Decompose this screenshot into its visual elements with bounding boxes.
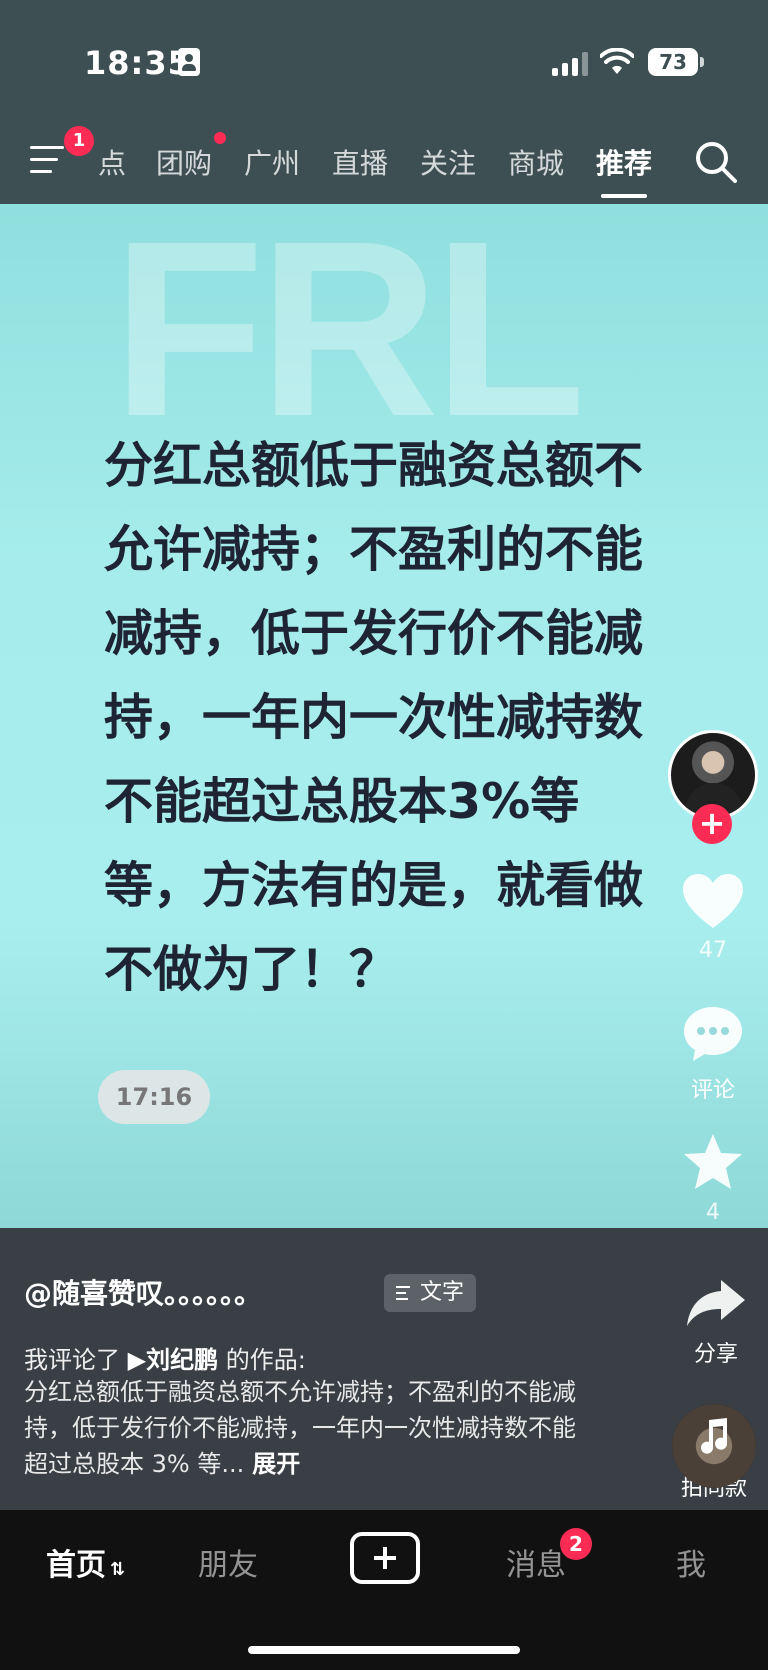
- follow-button[interactable]: +: [692, 804, 732, 844]
- music-disc-icon: [672, 1404, 756, 1488]
- share-label: 分享: [693, 1342, 738, 1367]
- home-indicator[interactable]: [248, 1646, 520, 1654]
- description-text: 分红总额低于融资总额不允许减持；不盈利的不能减持，低于发行价不能减持，一年内一次…: [24, 1378, 576, 1478]
- bottom-tab-bar: 首页 ⇅ 朋友 消息 2 我: [0, 1510, 768, 1670]
- music-note-icon: [701, 1418, 727, 1454]
- share-button[interactable]: 分享: [676, 1278, 756, 1368]
- original-author-link[interactable]: ▶刘纪鹏: [128, 1346, 218, 1374]
- timestamp-pill: 17:16: [98, 1070, 210, 1124]
- description-body: 分红总额低于融资总额不允许减持；不盈利的不能减持，低于发行价不能减持，一年内一次…: [24, 1374, 584, 1482]
- contact-card-icon: [178, 48, 200, 76]
- text-mode-chip[interactable]: 文字: [384, 1274, 476, 1312]
- status-time: 18:35: [84, 44, 191, 82]
- share-arrow-icon: [687, 1280, 745, 1326]
- tab-home-label: 首页: [46, 1548, 106, 1583]
- star-icon: [684, 1134, 742, 1189]
- comment-bubble-icon: [684, 1007, 742, 1061]
- menu-icon: [30, 146, 64, 149]
- wifi-icon: [600, 48, 634, 74]
- menu-badge: 1: [64, 126, 94, 156]
- menu-button[interactable]: [30, 142, 70, 178]
- use-sound-button[interactable]: 拍同款: [668, 1404, 760, 1502]
- desc-suffix: 的作品:: [218, 1346, 306, 1374]
- description-heading: 我评论了 ▶刘纪鹏 的作品:: [24, 1340, 306, 1375]
- text-lines-icon: [396, 1286, 410, 1300]
- active-tab-indicator: [601, 194, 647, 198]
- heart-icon: [683, 874, 743, 928]
- tab-dot-badge: [214, 132, 226, 144]
- top-nav: 1 点 团购 广州 直播 关注 商城 推荐: [0, 120, 768, 204]
- expand-link[interactable]: 展开: [252, 1450, 300, 1478]
- create-plus-button[interactable]: [350, 1532, 420, 1584]
- text-chip-label: 文字: [419, 1280, 464, 1305]
- favorite-button[interactable]: 4: [668, 1132, 758, 1225]
- video-player[interactable]: FRL 分红总额低于融资总额不允许减持；不盈利的不能减持，低于发行价不能减持，一…: [0, 204, 768, 1228]
- tab-following[interactable]: 关注: [420, 142, 476, 182]
- tab-home[interactable]: 首页 ⇅: [46, 1540, 125, 1584]
- cellular-signal-icon: [552, 52, 588, 76]
- tab-dian[interactable]: 点: [98, 142, 126, 182]
- desc-prefix: 我评论了: [24, 1346, 128, 1374]
- tab-guangzhou[interactable]: 广州: [244, 142, 300, 182]
- tab-group-buy[interactable]: 团购: [156, 142, 212, 182]
- messages-badge: 2: [560, 1528, 592, 1560]
- like-count: 47: [699, 938, 727, 963]
- menu-icon-line: [30, 170, 52, 173]
- refresh-arrows-icon: ⇅: [110, 1559, 126, 1580]
- comment-label: 评论: [690, 1078, 735, 1103]
- like-button[interactable]: 47: [668, 872, 758, 963]
- tab-friends[interactable]: 朋友: [198, 1540, 258, 1584]
- top-chrome: 18:35 73 1 点 团购 广州 直播 关注 商城 推荐: [0, 0, 768, 204]
- tab-messages[interactable]: 消息: [506, 1540, 566, 1584]
- tab-me[interactable]: 我: [676, 1540, 706, 1584]
- tab-recommend[interactable]: 推荐: [596, 142, 652, 182]
- background-watermark: FRL: [112, 204, 586, 468]
- status-bar: 18:35 73: [0, 0, 768, 120]
- author-name[interactable]: @随喜赞叹。。。。。。: [24, 1272, 262, 1312]
- video-info-panel: @随喜赞叹。。。。。。 文字 我评论了 ▶刘纪鹏 的作品: 分红总额低于融资总额…: [0, 1228, 768, 1510]
- search-icon[interactable]: [694, 140, 738, 184]
- battery-indicator: 73: [648, 48, 704, 76]
- menu-icon-line: [30, 158, 58, 161]
- tab-live[interactable]: 直播: [332, 142, 388, 182]
- video-overlay-text: 分红总额低于融资总额不允许减持；不盈利的不能减持，低于发行价不能减持，一年内一次…: [104, 437, 644, 998]
- tab-mall[interactable]: 商城: [508, 142, 564, 182]
- favorite-count: 4: [706, 1200, 720, 1225]
- comment-button[interactable]: 评论: [668, 1004, 758, 1104]
